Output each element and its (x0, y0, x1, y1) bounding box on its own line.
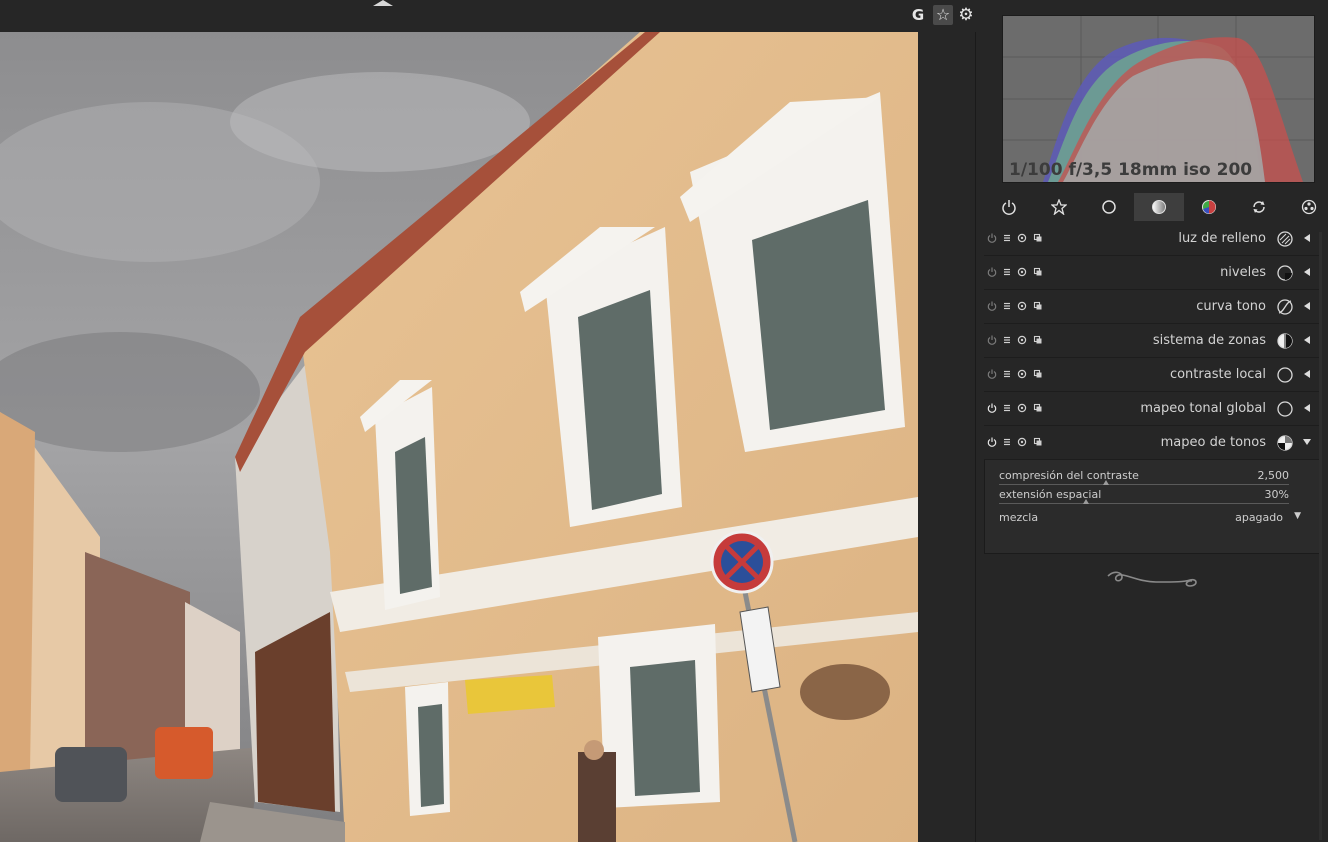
presets-icon[interactable] (1002, 301, 1012, 311)
tone-icon[interactable] (1134, 193, 1184, 221)
top-toolbar: G ☆ ⚙ (0, 0, 976, 32)
module-list: luz de relleno niveles curva tono sistem… (984, 222, 1320, 554)
slider-value: 2,500 (1257, 469, 1290, 482)
power-icon[interactable] (987, 335, 997, 345)
end-of-modules-flourish-icon (1107, 571, 1197, 587)
slider-marker[interactable] (1103, 480, 1110, 485)
expand-arrow-icon[interactable] (1302, 301, 1312, 311)
multi-instance-icon[interactable] (1033, 233, 1043, 243)
blend-mode-combobox[interactable]: mezcla apagado ▼ (999, 511, 1303, 527)
circle-icon[interactable] (1084, 193, 1134, 221)
module-contraste-local[interactable]: contraste local (984, 358, 1320, 392)
module-label: sistema de zonas (1152, 333, 1266, 348)
levels-icon (1277, 265, 1293, 281)
module-label: curva tono (1196, 299, 1266, 314)
power-icon[interactable] (987, 437, 997, 447)
reset-icon[interactable] (1017, 267, 1027, 277)
presets-icon[interactable] (1002, 335, 1012, 345)
reset-icon[interactable] (1017, 233, 1027, 243)
expand-arrow-icon[interactable] (1302, 233, 1312, 243)
module-sistema-de-zonas[interactable]: sistema de zonas (984, 324, 1320, 358)
contrast-compression-slider[interactable]: compresión del contraste 2,500 (999, 469, 1289, 489)
module-mapeo-tonal-global[interactable]: mapeo tonal global (984, 392, 1320, 426)
module-group-tabs (984, 193, 1328, 221)
presets-icon[interactable] (1002, 403, 1012, 413)
module-label: luz de relleno (1178, 231, 1266, 246)
collapse-top-panel-arrow-icon[interactable] (373, 0, 393, 6)
module-niveles[interactable]: niveles (984, 256, 1320, 290)
power-icon[interactable] (984, 193, 1034, 221)
gear-icon[interactable]: ⚙ (956, 5, 976, 25)
slider-label: compresión del contraste (999, 469, 1139, 482)
module-mapeo-de-tonos[interactable]: mapeo de tonos (984, 426, 1320, 460)
multi-instance-icon[interactable] (1033, 301, 1043, 311)
right-panel-scrollbar[interactable] (1319, 232, 1322, 840)
spatial-extent-slider[interactable]: extensión espacial 30% (999, 488, 1289, 508)
collapse-arrow-icon[interactable] (1302, 437, 1312, 447)
star-icon[interactable] (1034, 193, 1084, 221)
slider-value: 30% (1264, 488, 1289, 501)
effects-icon[interactable] (1284, 193, 1328, 221)
tonemap-icon (1277, 435, 1293, 451)
expand-arrow-icon[interactable] (1302, 335, 1312, 345)
module-curva-tono[interactable]: curva tono (984, 290, 1320, 324)
correct-icon[interactable] (1234, 193, 1284, 221)
global-tonemap-icon (1277, 401, 1293, 417)
module-label: contraste local (1169, 367, 1266, 382)
reset-icon[interactable] (1017, 335, 1027, 345)
multi-instance-icon[interactable] (1033, 335, 1043, 345)
local-contrast-icon (1277, 367, 1293, 383)
center-gutter (918, 32, 975, 842)
presets-icon[interactable] (1002, 267, 1012, 277)
reset-icon[interactable] (1017, 403, 1027, 413)
slider-track[interactable] (999, 503, 1289, 504)
expand-arrow-icon[interactable] (1302, 369, 1312, 379)
multi-instance-icon[interactable] (1033, 403, 1043, 413)
multi-instance-icon[interactable] (1033, 267, 1043, 277)
street-photo-image (0, 32, 918, 842)
presets-icon[interactable] (1002, 437, 1012, 447)
dropdown-arrow-icon: ▼ (1294, 511, 1301, 521)
presets-icon[interactable] (1002, 369, 1012, 379)
slider-marker[interactable] (1083, 499, 1089, 504)
color-icon[interactable] (1184, 193, 1234, 221)
slider-track[interactable] (999, 484, 1289, 485)
module-label: niveles (1220, 265, 1266, 280)
power-icon[interactable] (987, 403, 997, 413)
expand-arrow-icon[interactable] (1302, 403, 1312, 413)
right-panel: 1/100 f/3,5 18mm iso 200 luz de relleno … (976, 0, 1328, 842)
power-icon[interactable] (987, 301, 997, 311)
presets-icon[interactable] (1002, 233, 1012, 243)
module-label: mapeo tonal global (1140, 401, 1266, 416)
power-icon[interactable] (987, 233, 997, 243)
histogram-graph (1003, 16, 1314, 182)
combobox-label: mezcla (999, 511, 1039, 524)
multi-instance-icon[interactable] (1033, 369, 1043, 379)
power-icon[interactable] (987, 369, 997, 379)
reset-icon[interactable] (1017, 301, 1027, 311)
exif-info: 1/100 f/3,5 18mm iso 200 (1009, 160, 1253, 180)
fill-light-icon (1277, 231, 1293, 247)
module-label: mapeo de tonos (1160, 435, 1266, 450)
expand-arrow-icon[interactable] (1302, 267, 1312, 277)
power-icon[interactable] (987, 267, 997, 277)
star-icon[interactable]: ☆ (933, 5, 953, 25)
reset-icon[interactable] (1017, 369, 1027, 379)
tonemap-parameters: compresión del contraste 2,500 extensión… (984, 460, 1320, 554)
photo-preview[interactable] (0, 32, 918, 842)
tone-curve-icon (1277, 299, 1293, 315)
histogram[interactable]: 1/100 f/3,5 18mm iso 200 (1002, 15, 1315, 183)
zone-system-icon (1277, 333, 1293, 349)
grouping-button[interactable]: G (908, 5, 928, 25)
combobox-value: apagado (1235, 511, 1283, 524)
module-luz-de-relleno[interactable]: luz de relleno (984, 222, 1320, 256)
multi-instance-icon[interactable] (1033, 437, 1043, 447)
reset-icon[interactable] (1017, 437, 1027, 447)
darkroom-center-view (0, 32, 976, 842)
